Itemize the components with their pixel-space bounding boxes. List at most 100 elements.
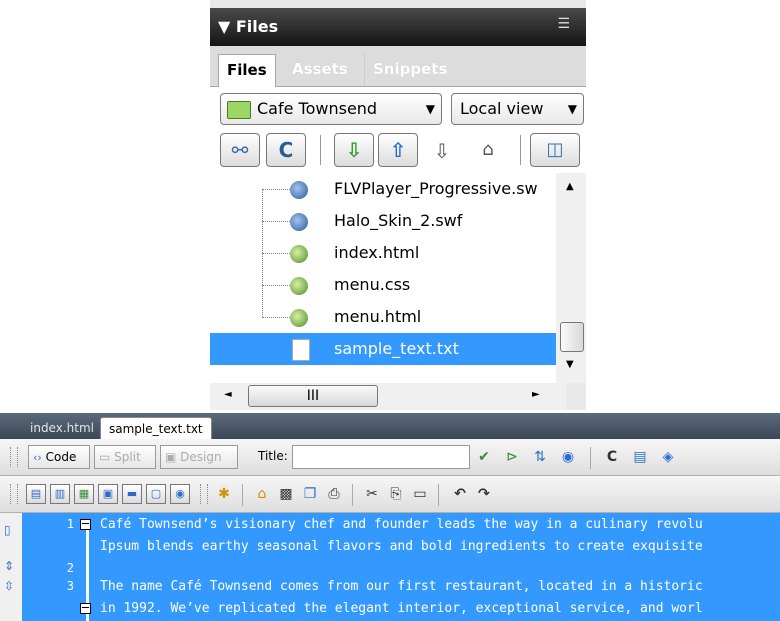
toolbar-divider xyxy=(352,484,353,506)
code-view-button[interactable]: ‹› Code xyxy=(28,445,90,469)
standard-toolbar-icon[interactable]: ▤ xyxy=(26,484,46,504)
globe-icon[interactable]: ◉ xyxy=(170,484,190,504)
toolbar-divider xyxy=(590,447,591,469)
design-icon: ▣ xyxy=(165,450,177,464)
view-select[interactable]: Local view ▼ xyxy=(451,93,584,125)
scroll-left-icon[interactable]: ◄ xyxy=(224,389,232,400)
preview-globe-icon[interactable]: ◉ xyxy=(558,447,578,467)
view-select-value: Local view xyxy=(460,99,544,118)
put-files-button[interactable]: ⇧ xyxy=(378,133,418,167)
site-select[interactable]: Cafe Townsend ▼ xyxy=(220,93,442,125)
site-selector-row: Cafe Townsend ▼ Local view ▼ xyxy=(210,87,586,129)
chevron-down-icon: ▼ xyxy=(567,102,577,116)
css-file-icon xyxy=(290,277,308,295)
view-options-icon[interactable]: ▤ xyxy=(630,447,650,467)
validate-icon[interactable]: ✔ xyxy=(474,447,494,467)
files-panel: ▼ Files ☰ Files Assets Snippets Cafe Tow… xyxy=(210,0,586,410)
browser-check-icon[interactable]: ⊳ xyxy=(502,447,522,467)
check-out-icon[interactable]: ⇩ xyxy=(428,139,456,167)
file-name: FLVPlayer_Progressive.sw xyxy=(334,179,538,198)
refresh-button[interactable]: C xyxy=(266,133,306,167)
design-view-button[interactable]: ▣ Design xyxy=(160,445,238,469)
open-documents-icon[interactable]: ▯ xyxy=(4,523,18,537)
collapse-tag-icon[interactable]: ⇕ xyxy=(4,559,18,573)
copy-icon[interactable]: ⎘ xyxy=(386,484,406,504)
panel-tab-bar: Files Assets Snippets xyxy=(210,46,586,87)
title-input[interactable] xyxy=(292,445,470,469)
split-view-button[interactable]: ▭ Split xyxy=(94,445,156,469)
text-file-icon xyxy=(292,339,310,361)
toolbar-grip xyxy=(10,447,18,467)
layout-icon[interactable]: ▬ xyxy=(122,484,142,504)
tab-assets[interactable]: Assets xyxy=(284,54,356,86)
tree-line xyxy=(262,269,292,286)
scroll-right-icon[interactable]: ► xyxy=(532,389,540,400)
list-item[interactable]: Halo_Skin_2.swf xyxy=(210,189,566,237)
code-icon: ‹› xyxy=(33,451,42,464)
collapse-icon[interactable] xyxy=(80,603,91,614)
file-name: menu.css xyxy=(334,275,411,294)
design-view-label: Design xyxy=(180,450,222,464)
file-name: index.html xyxy=(334,243,420,262)
files-toolbar: ⚯ C ⇩ ⇧ ⇩ ⌂ ◫ xyxy=(210,129,586,174)
file-management-icon[interactable]: ⇅ xyxy=(530,447,550,467)
toolbar-grip xyxy=(10,484,18,504)
code-editor[interactable]: ▯ ⇕ ⇳ 1 Café Townsend’s visionary chef a… xyxy=(0,513,780,621)
file-name: menu.html xyxy=(334,307,422,326)
panel-options-icon[interactable]: ☰ xyxy=(557,16,570,32)
document-window: index.html sample_text.txt ‹› Code ▭ Spl… xyxy=(0,413,780,621)
vertical-scroll-thumb[interactable] xyxy=(560,322,584,352)
scroll-down-icon[interactable]: ▼ xyxy=(566,359,574,370)
redo-icon[interactable]: ↷ xyxy=(474,484,494,504)
chevron-down-icon: ▼ xyxy=(425,102,435,116)
files-panel-header[interactable]: ▼ Files ☰ xyxy=(210,8,586,46)
document-toolbar: ‹› Code ▭ Split ▣ Design Title: ✔ ⊳ ⇅ ◉ … xyxy=(0,439,780,476)
refresh-icon: C xyxy=(278,138,294,162)
html-file-icon xyxy=(290,245,308,263)
tab-files[interactable]: Files xyxy=(218,54,276,87)
paste-icon[interactable]: ▭ xyxy=(410,484,430,504)
media-icon[interactable]: ▦ xyxy=(74,484,94,504)
expand-button[interactable]: ◫ xyxy=(530,133,580,167)
print-icon[interactable]: ▥ xyxy=(50,484,70,504)
cut-icon[interactable]: ✂ xyxy=(362,484,382,504)
visual-aids-icon[interactable]: ◈ xyxy=(658,447,678,467)
frame-icon[interactable]: ▢ xyxy=(146,484,166,504)
code-view-label: Code xyxy=(45,450,77,464)
horizontal-scroll-thumb[interactable]: III xyxy=(248,385,378,407)
list-item[interactable]: index.html xyxy=(210,221,566,269)
get-files-button[interactable]: ⇩ xyxy=(334,133,374,167)
print-code-icon[interactable]: ⎙ xyxy=(324,484,344,504)
toolbar-divider xyxy=(242,484,243,506)
list-item[interactable]: menu.html xyxy=(210,285,566,333)
toolbar-divider xyxy=(520,135,521,165)
list-item-selected[interactable]: sample_text.txt xyxy=(210,333,566,365)
line-number: 3 xyxy=(66,579,74,593)
tree-line xyxy=(262,173,292,190)
tab-snippets[interactable]: Snippets xyxy=(364,54,455,86)
refresh-icon[interactable]: C xyxy=(602,447,622,467)
undo-icon[interactable]: ↶ xyxy=(450,484,470,504)
tree-line xyxy=(262,237,292,254)
list-item[interactable]: FLVPlayer_Progressive.sw xyxy=(210,173,566,205)
code-line: in 1992. We’ve replicated the elegant in… xyxy=(100,601,703,616)
scroll-up-icon[interactable]: ▲ xyxy=(566,181,574,192)
doc-tab-index-html[interactable]: index.html xyxy=(22,417,102,439)
save-icon[interactable]: ▩ xyxy=(276,484,296,504)
file-name: sample_text.txt xyxy=(334,339,459,358)
tree-line xyxy=(262,205,292,222)
code-line: Café Townsend’s visionary chef and found… xyxy=(100,517,703,532)
arrow-down-icon: ⇩ xyxy=(345,138,363,162)
connect-button[interactable]: ⚯ xyxy=(220,133,260,167)
files-panel-title[interactable]: ▼ Files xyxy=(218,17,278,36)
expand-all-icon[interactable]: ⇳ xyxy=(4,579,18,593)
open-folder-icon[interactable]: ⌂ xyxy=(252,484,272,504)
check-in-icon[interactable]: ⌂ xyxy=(474,139,502,167)
doc-tab-sample-text[interactable]: sample_text.txt xyxy=(100,417,212,439)
new-document-icon[interactable]: ✱ xyxy=(214,484,234,504)
file-tree: FLVPlayer_Progressive.sw Halo_Skin_2.swf… xyxy=(210,173,566,383)
list-item[interactable]: menu.css xyxy=(210,253,566,301)
window-icon[interactable]: ▣ xyxy=(98,484,118,504)
save-all-icon[interactable]: ❐ xyxy=(300,484,320,504)
collapse-icon[interactable] xyxy=(80,519,91,530)
